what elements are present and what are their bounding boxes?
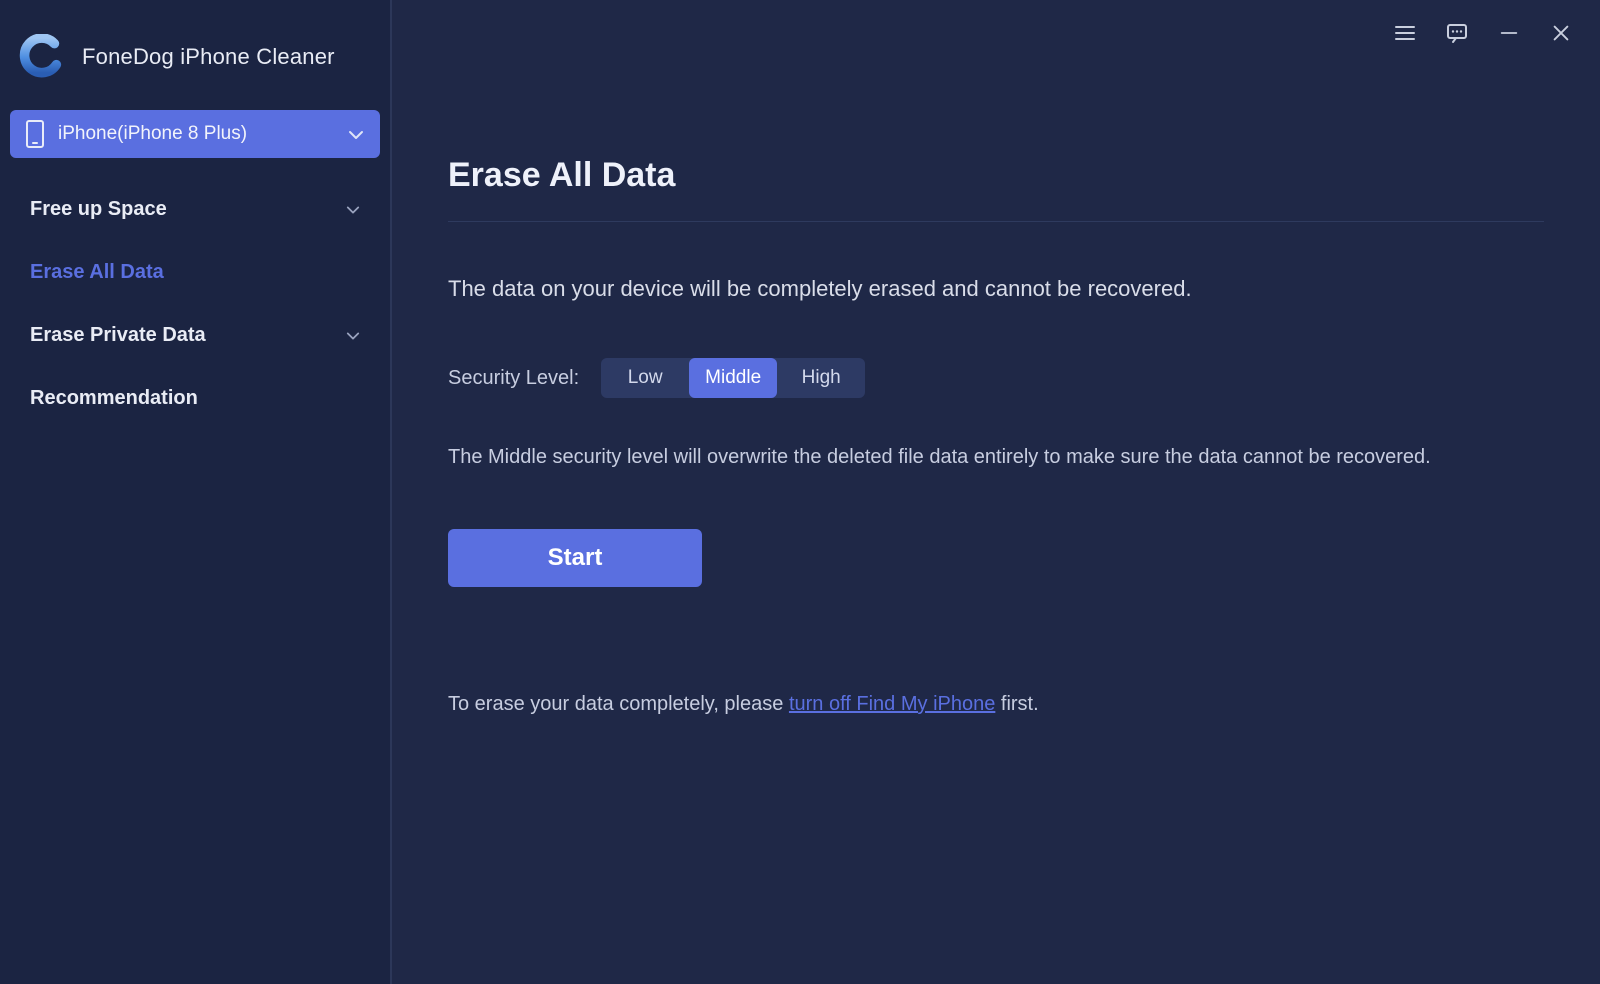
note-suffix: first.	[995, 693, 1038, 715]
content: Erase All Data The data on your device w…	[392, 52, 1600, 716]
menu-icon[interactable]	[1390, 18, 1420, 48]
chevron-down-icon	[348, 127, 362, 141]
app-brand: FoneDog iPhone Cleaner	[0, 18, 390, 110]
close-icon[interactable]	[1546, 18, 1576, 48]
minimize-icon[interactable]	[1494, 18, 1524, 48]
find-my-iphone-note: To erase your data completely, please tu…	[448, 693, 1544, 716]
erase-warning: The data on your device will be complete…	[448, 276, 1544, 302]
security-level-description: The Middle security level will overwrite…	[448, 446, 1544, 469]
sidebar: FoneDog iPhone Cleaner iPhone(iPhone 8 P…	[0, 0, 392, 984]
titlebar	[392, 0, 1600, 52]
phone-icon	[26, 120, 44, 148]
note-prefix: To erase your data completely, please	[448, 693, 789, 715]
nav-label: Erase Private Data	[30, 324, 206, 347]
device-label: iPhone(iPhone 8 Plus)	[58, 123, 247, 145]
app-title: FoneDog iPhone Cleaner	[82, 44, 335, 70]
nav-erase-all-data[interactable]: Erase All Data	[0, 241, 390, 304]
nav-label: Free up Space	[30, 198, 167, 221]
turn-off-find-my-iphone-link[interactable]: turn off Find My iPhone	[789, 693, 995, 715]
nav-erase-private-data[interactable]: Erase Private Data	[0, 304, 390, 367]
nav-recommendation[interactable]: Recommendation	[0, 367, 390, 430]
start-button[interactable]: Start	[448, 529, 702, 587]
nav-free-up-space[interactable]: Free up Space	[0, 178, 390, 241]
security-level-label: Security Level:	[448, 367, 579, 390]
security-level-row: Security Level: Low Middle High	[448, 358, 1544, 398]
nav-label: Erase All Data	[30, 261, 164, 284]
page-title: Erase All Data	[448, 156, 1544, 222]
security-level-high[interactable]: High	[777, 358, 865, 398]
chevron-down-icon	[346, 329, 360, 343]
feedback-icon[interactable]	[1442, 18, 1472, 48]
chevron-down-icon	[346, 203, 360, 217]
device-selector[interactable]: iPhone(iPhone 8 Plus)	[10, 110, 380, 158]
security-level-middle[interactable]: Middle	[689, 358, 777, 398]
security-level-segmented: Low Middle High	[601, 358, 865, 398]
main-area: Erase All Data The data on your device w…	[392, 0, 1600, 984]
app-logo-icon	[18, 34, 64, 80]
nav-label: Recommendation	[30, 387, 198, 410]
security-level-low[interactable]: Low	[601, 358, 689, 398]
sidebar-nav: Free up Space Erase All Data Erase Priva…	[0, 172, 390, 436]
